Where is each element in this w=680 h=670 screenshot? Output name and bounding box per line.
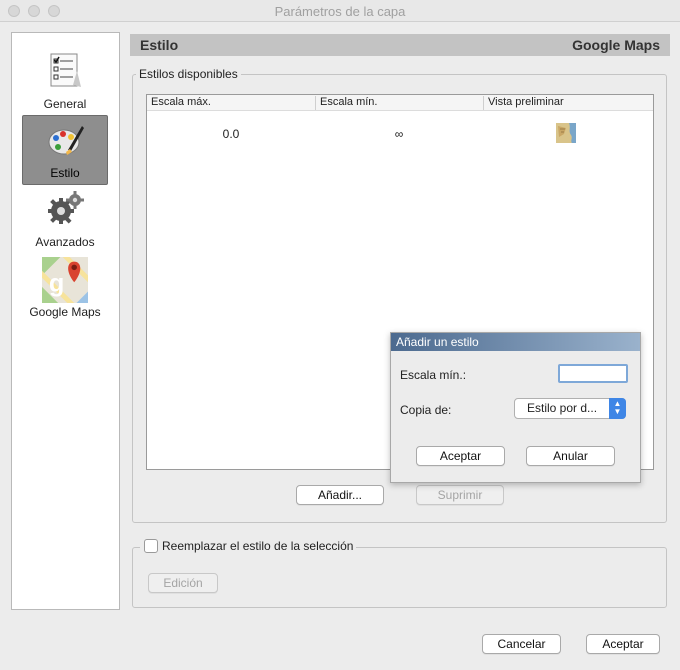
replace-style-group-title: Reemplazar el estilo de la selección bbox=[140, 539, 357, 553]
accept-button[interactable]: Aceptar bbox=[586, 634, 660, 654]
sidebar-item-label: Google Maps bbox=[29, 305, 101, 319]
min-scale-cell: ∞ bbox=[394, 127, 404, 141]
min-scale-label: Escala mín.: bbox=[400, 368, 467, 382]
dialog-accept-button[interactable]: Aceptar bbox=[416, 446, 505, 466]
column-header-preview[interactable]: Vista preliminar bbox=[483, 96, 653, 110]
google-maps-icon: g bbox=[42, 257, 88, 303]
copy-from-select[interactable]: Estilo por d... ▲ ▼ bbox=[514, 398, 626, 419]
panel-header: Estilo Google Maps bbox=[130, 34, 670, 56]
paint-palette-icon bbox=[48, 126, 84, 155]
sidebar-item-avanzados[interactable]: Avanzados bbox=[22, 185, 108, 255]
select-arrows-icon: ▲ ▼ bbox=[609, 398, 626, 419]
dialog-cancel-button[interactable]: Anular bbox=[526, 446, 615, 466]
sidebar-item-estilo[interactable]: Estilo bbox=[22, 115, 108, 185]
available-styles-group-title: Estilos disponibles bbox=[136, 67, 241, 81]
svg-text:g: g bbox=[49, 270, 64, 298]
column-header-min-scale[interactable]: Escala mín. bbox=[315, 96, 483, 110]
panel-title: Estilo bbox=[140, 37, 179, 53]
window-titlebar: Parámetros de la capa bbox=[0, 0, 680, 22]
sidebar-item-label: General bbox=[43, 97, 87, 111]
cancel-button[interactable]: Cancelar bbox=[482, 634, 561, 654]
add-style-dialog: Añadir un estilo Escala mín.: Copia de: … bbox=[390, 332, 641, 483]
styles-table-header: Escala máx. Escala mín. Vista preliminar bbox=[147, 95, 653, 111]
sidebar-item-label: Avanzados bbox=[35, 235, 95, 249]
edit-button[interactable]: Edición bbox=[148, 573, 218, 593]
sidebar-item-google-maps[interactable]: g Google Maps bbox=[22, 255, 108, 325]
copy-from-selected-value: Estilo por d... bbox=[527, 401, 598, 415]
replace-style-checkbox[interactable] bbox=[144, 539, 158, 553]
copy-from-label: Copia de: bbox=[400, 403, 452, 417]
sidebar-item-label: Estilo bbox=[50, 166, 80, 180]
delete-style-button[interactable]: Suprimir bbox=[416, 485, 504, 505]
replace-style-checkbox-label: Reemplazar el estilo de la selección bbox=[162, 539, 354, 553]
checklist-icon bbox=[50, 53, 81, 87]
column-header-max-scale[interactable]: Escala máx. bbox=[147, 96, 315, 110]
add-style-button[interactable]: Añadir... bbox=[296, 485, 384, 505]
style-preview-map-icon bbox=[556, 123, 576, 143]
gears-icon bbox=[48, 191, 84, 224]
min-scale-input[interactable] bbox=[558, 364, 628, 383]
layer-name: Google Maps bbox=[572, 37, 660, 53]
sidebar: General Estilo Avanzados g Google Maps bbox=[11, 32, 120, 610]
window-title: Parámetros de la capa bbox=[274, 4, 406, 19]
sidebar-item-general[interactable]: General bbox=[22, 47, 108, 117]
max-scale-cell: 0.0 bbox=[222, 127, 240, 141]
add-style-dialog-title: Añadir un estilo bbox=[391, 333, 640, 351]
